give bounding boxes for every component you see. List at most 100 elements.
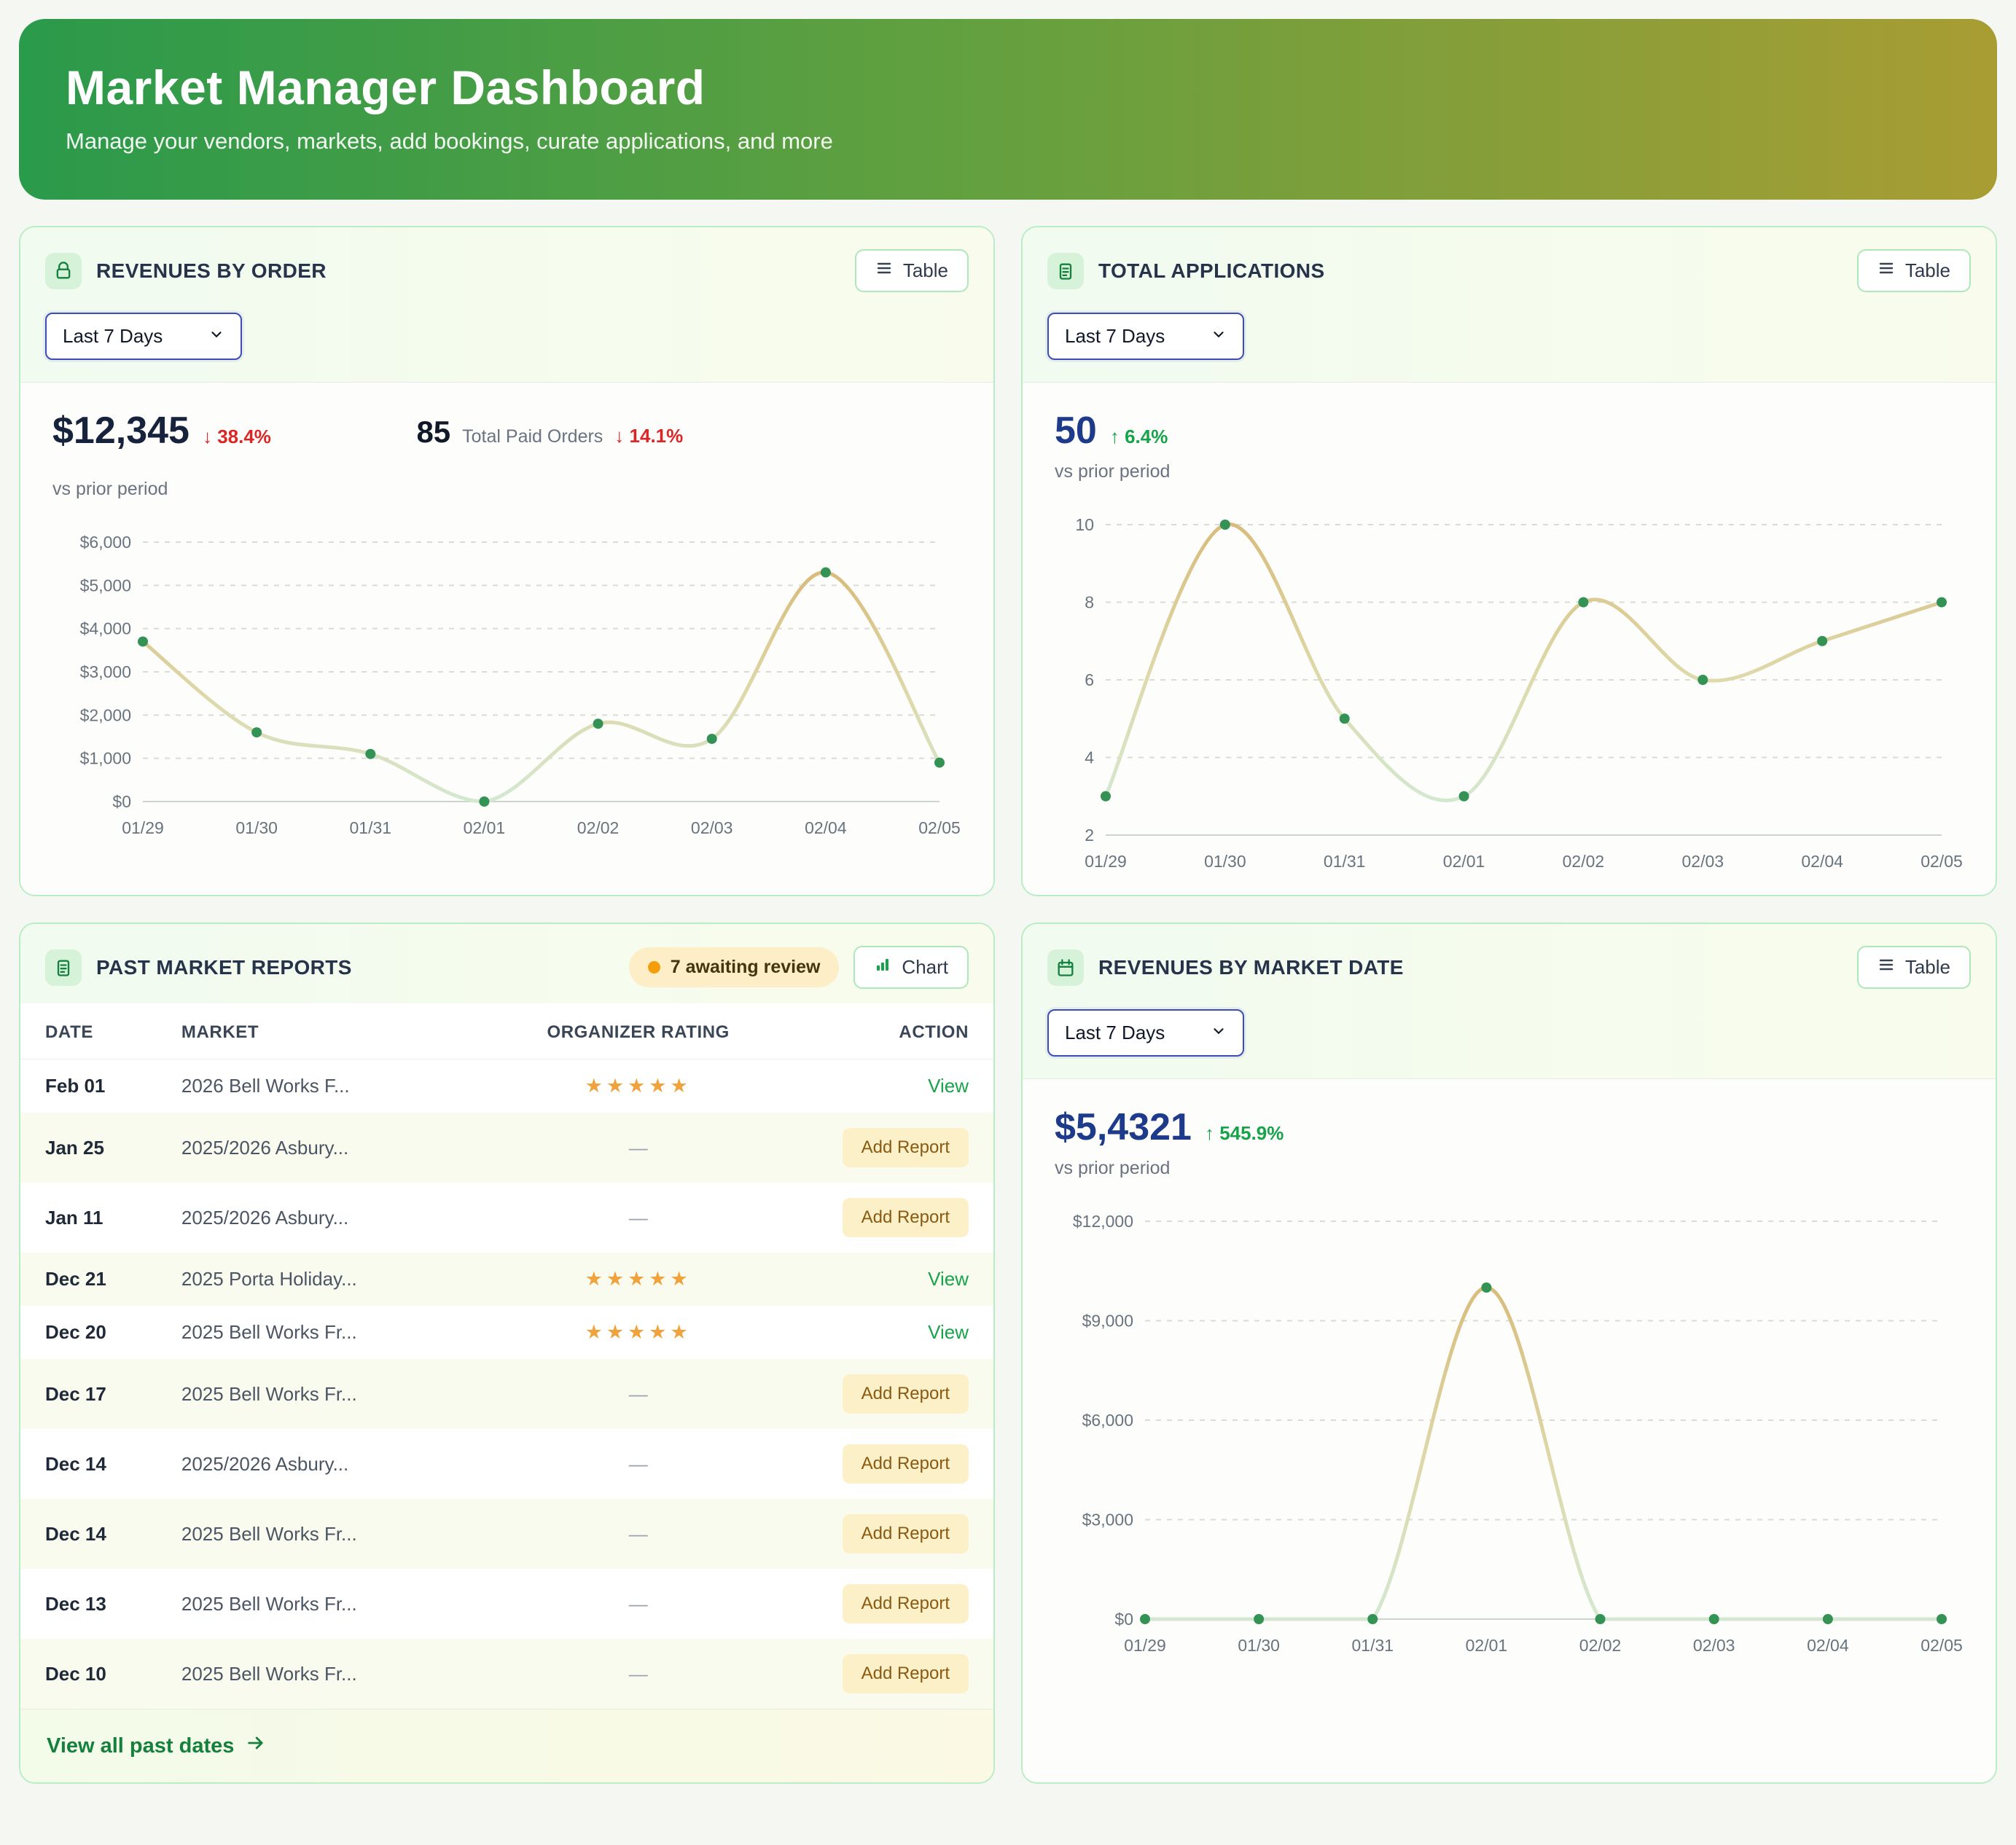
report-rating: —: [497, 1569, 779, 1639]
table-view-button[interactable]: Table: [1857, 946, 1971, 989]
period-select-value: Last 7 Days: [1065, 325, 1165, 348]
table-view-button[interactable]: Table: [1857, 249, 1971, 292]
add-report-button[interactable]: Add Report: [843, 1374, 969, 1414]
svg-text:01/30: 01/30: [1238, 1636, 1280, 1655]
report-rating: ★★★★★: [497, 1059, 779, 1113]
page-subtitle: Manage your vendors, markets, add bookin…: [66, 128, 1950, 154]
report-action: View: [779, 1253, 993, 1306]
svg-text:$6,000: $6,000: [80, 533, 131, 552]
svg-text:$4,000: $4,000: [80, 619, 131, 638]
report-action: View: [779, 1306, 993, 1359]
svg-text:02/01: 02/01: [1443, 852, 1485, 871]
card-total-applications: TOTAL APPLICATIONS Table Last 7 Days: [1021, 226, 1997, 896]
svg-text:$3,000: $3,000: [1082, 1511, 1133, 1529]
applications-icon: [1047, 253, 1084, 289]
cards-row-2: PAST MARKET REPORTS 7 awaiting review Ch…: [19, 922, 1997, 1784]
card-header: REVENUES BY ORDER Table: [20, 227, 993, 307]
report-market: 2025 Bell Works Fr...: [157, 1569, 497, 1639]
svg-text:$1,000: $1,000: [80, 749, 131, 768]
svg-text:02/05: 02/05: [1921, 852, 1963, 871]
add-report-button[interactable]: Add Report: [843, 1654, 969, 1693]
view-report-link[interactable]: View: [928, 1321, 969, 1343]
report-market: 2025/2026 Asbury...: [157, 1429, 497, 1499]
add-report-button[interactable]: Add Report: [843, 1514, 969, 1554]
stats-section: $5,4321 ↑ 545.9% vs prior period: [1023, 1078, 1996, 1194]
svg-text:02/03: 02/03: [1682, 852, 1724, 871]
card-title: REVENUES BY MARKET DATE: [1098, 956, 1404, 979]
view-all-past-dates-link[interactable]: View all past dates: [20, 1709, 993, 1782]
report-rating: ★★★★★: [497, 1306, 779, 1359]
revenues-by-market-date-chart: $0$3,000$6,000$9,000$12,00001/2901/3001/…: [1049, 1202, 1969, 1661]
report-date: Dec 13: [20, 1569, 157, 1639]
view-report-link[interactable]: View: [928, 1075, 969, 1097]
svg-text:01/29: 01/29: [122, 818, 164, 837]
add-report-button[interactable]: Add Report: [843, 1444, 969, 1484]
table-icon: [1878, 259, 1895, 282]
chart-area: 24681001/2901/3001/3102/0102/0202/0302/0…: [1023, 497, 1996, 895]
revenues-by-order-chart: $0$1,000$2,000$3,000$4,000$5,000$6,00001…: [47, 523, 967, 844]
period-select[interactable]: Last 7 Days: [1047, 313, 1244, 360]
card-header: REVENUES BY MARKET DATE Table: [1023, 924, 1996, 1003]
svg-text:02/02: 02/02: [577, 818, 620, 837]
report-date: Dec 14: [20, 1499, 157, 1569]
svg-text:02/03: 02/03: [691, 818, 733, 837]
report-action: View: [779, 1059, 993, 1113]
no-rating-dash: —: [629, 1137, 648, 1159]
stats-section: $12,345 ↓ 38.4% vs prior period 85 Total…: [20, 382, 993, 514]
total-paid-orders-value: 85: [416, 415, 450, 450]
total-paid-orders-label: Total Paid Orders: [462, 426, 603, 447]
chevron-down-icon: [1211, 325, 1227, 348]
period-select[interactable]: Last 7 Days: [1047, 1009, 1244, 1057]
table-view-button[interactable]: Table: [855, 249, 969, 292]
svg-text:01/29: 01/29: [1085, 852, 1127, 871]
vs-prior-period-label: vs prior period: [52, 479, 271, 500]
vs-prior-period-label: vs prior period: [1055, 461, 1170, 482]
svg-text:02/04: 02/04: [1807, 1636, 1849, 1655]
report-date: Feb 01: [20, 1059, 157, 1113]
svg-text:$2,000: $2,000: [80, 705, 131, 724]
table-row: Dec 172025 Bell Works Fr...—Add Report: [20, 1359, 993, 1429]
view-all-label: View all past dates: [47, 1734, 234, 1758]
svg-text:02/02: 02/02: [1563, 852, 1605, 871]
table-row: Feb 012026 Bell Works F...★★★★★ View: [20, 1059, 993, 1113]
table-button-label: Table: [903, 259, 948, 282]
report-date: Dec 21: [20, 1253, 157, 1306]
report-date: Dec 10: [20, 1639, 157, 1709]
chart-area: $0$1,000$2,000$3,000$4,000$5,000$6,00001…: [20, 514, 993, 895]
total-applications-chart: 24681001/2901/3001/3102/0102/0202/0302/0…: [1049, 506, 1969, 877]
chart-view-button[interactable]: Chart: [853, 946, 969, 989]
filter-row: Last 7 Days: [1023, 307, 1996, 382]
report-market: 2026 Bell Works F...: [157, 1059, 497, 1113]
reports-table-head-row: DATEMARKETORGANIZER RATINGACTION: [20, 1003, 993, 1059]
table-row: Dec 202025 Bell Works Fr...★★★★★View: [20, 1306, 993, 1359]
table-row: Dec 142025 Bell Works Fr...—Add Report: [20, 1499, 993, 1569]
report-rating: —: [497, 1499, 779, 1569]
svg-text:01/30: 01/30: [1204, 852, 1246, 871]
report-market: 2025 Bell Works Fr...: [157, 1359, 497, 1429]
report-rating: ★★★★★: [497, 1253, 779, 1306]
svg-text:$0: $0: [112, 792, 131, 811]
svg-text:02/04: 02/04: [1801, 852, 1843, 871]
report-date: Dec 14: [20, 1429, 157, 1499]
report-market: 2025/2026 Asbury...: [157, 1113, 497, 1183]
view-report-link[interactable]: View: [928, 1268, 969, 1290]
report-action: Add Report: [779, 1183, 993, 1253]
svg-text:01/31: 01/31: [1324, 852, 1366, 871]
no-rating-dash: —: [629, 1663, 648, 1685]
page-title: Market Manager Dashboard: [66, 60, 1950, 115]
svg-text:02/05: 02/05: [1921, 1636, 1963, 1655]
svg-text:01/31: 01/31: [350, 818, 392, 837]
svg-text:2: 2: [1085, 826, 1094, 845]
add-report-button[interactable]: Add Report: [843, 1198, 969, 1237]
svg-text:02/01: 02/01: [464, 818, 506, 837]
table-button-label: Table: [1905, 259, 1950, 282]
add-report-button[interactable]: Add Report: [843, 1584, 969, 1623]
svg-text:02/04: 02/04: [805, 818, 847, 837]
card-header: TOTAL APPLICATIONS Table: [1023, 227, 1996, 307]
period-select[interactable]: Last 7 Days: [45, 313, 242, 360]
svg-text:01/30: 01/30: [235, 818, 278, 837]
add-report-button[interactable]: Add Report: [843, 1128, 969, 1167]
report-date: Jan 11: [20, 1183, 157, 1253]
table-row: Dec 212025 Porta Holiday...★★★★★View: [20, 1253, 993, 1306]
svg-text:10: 10: [1075, 515, 1094, 534]
